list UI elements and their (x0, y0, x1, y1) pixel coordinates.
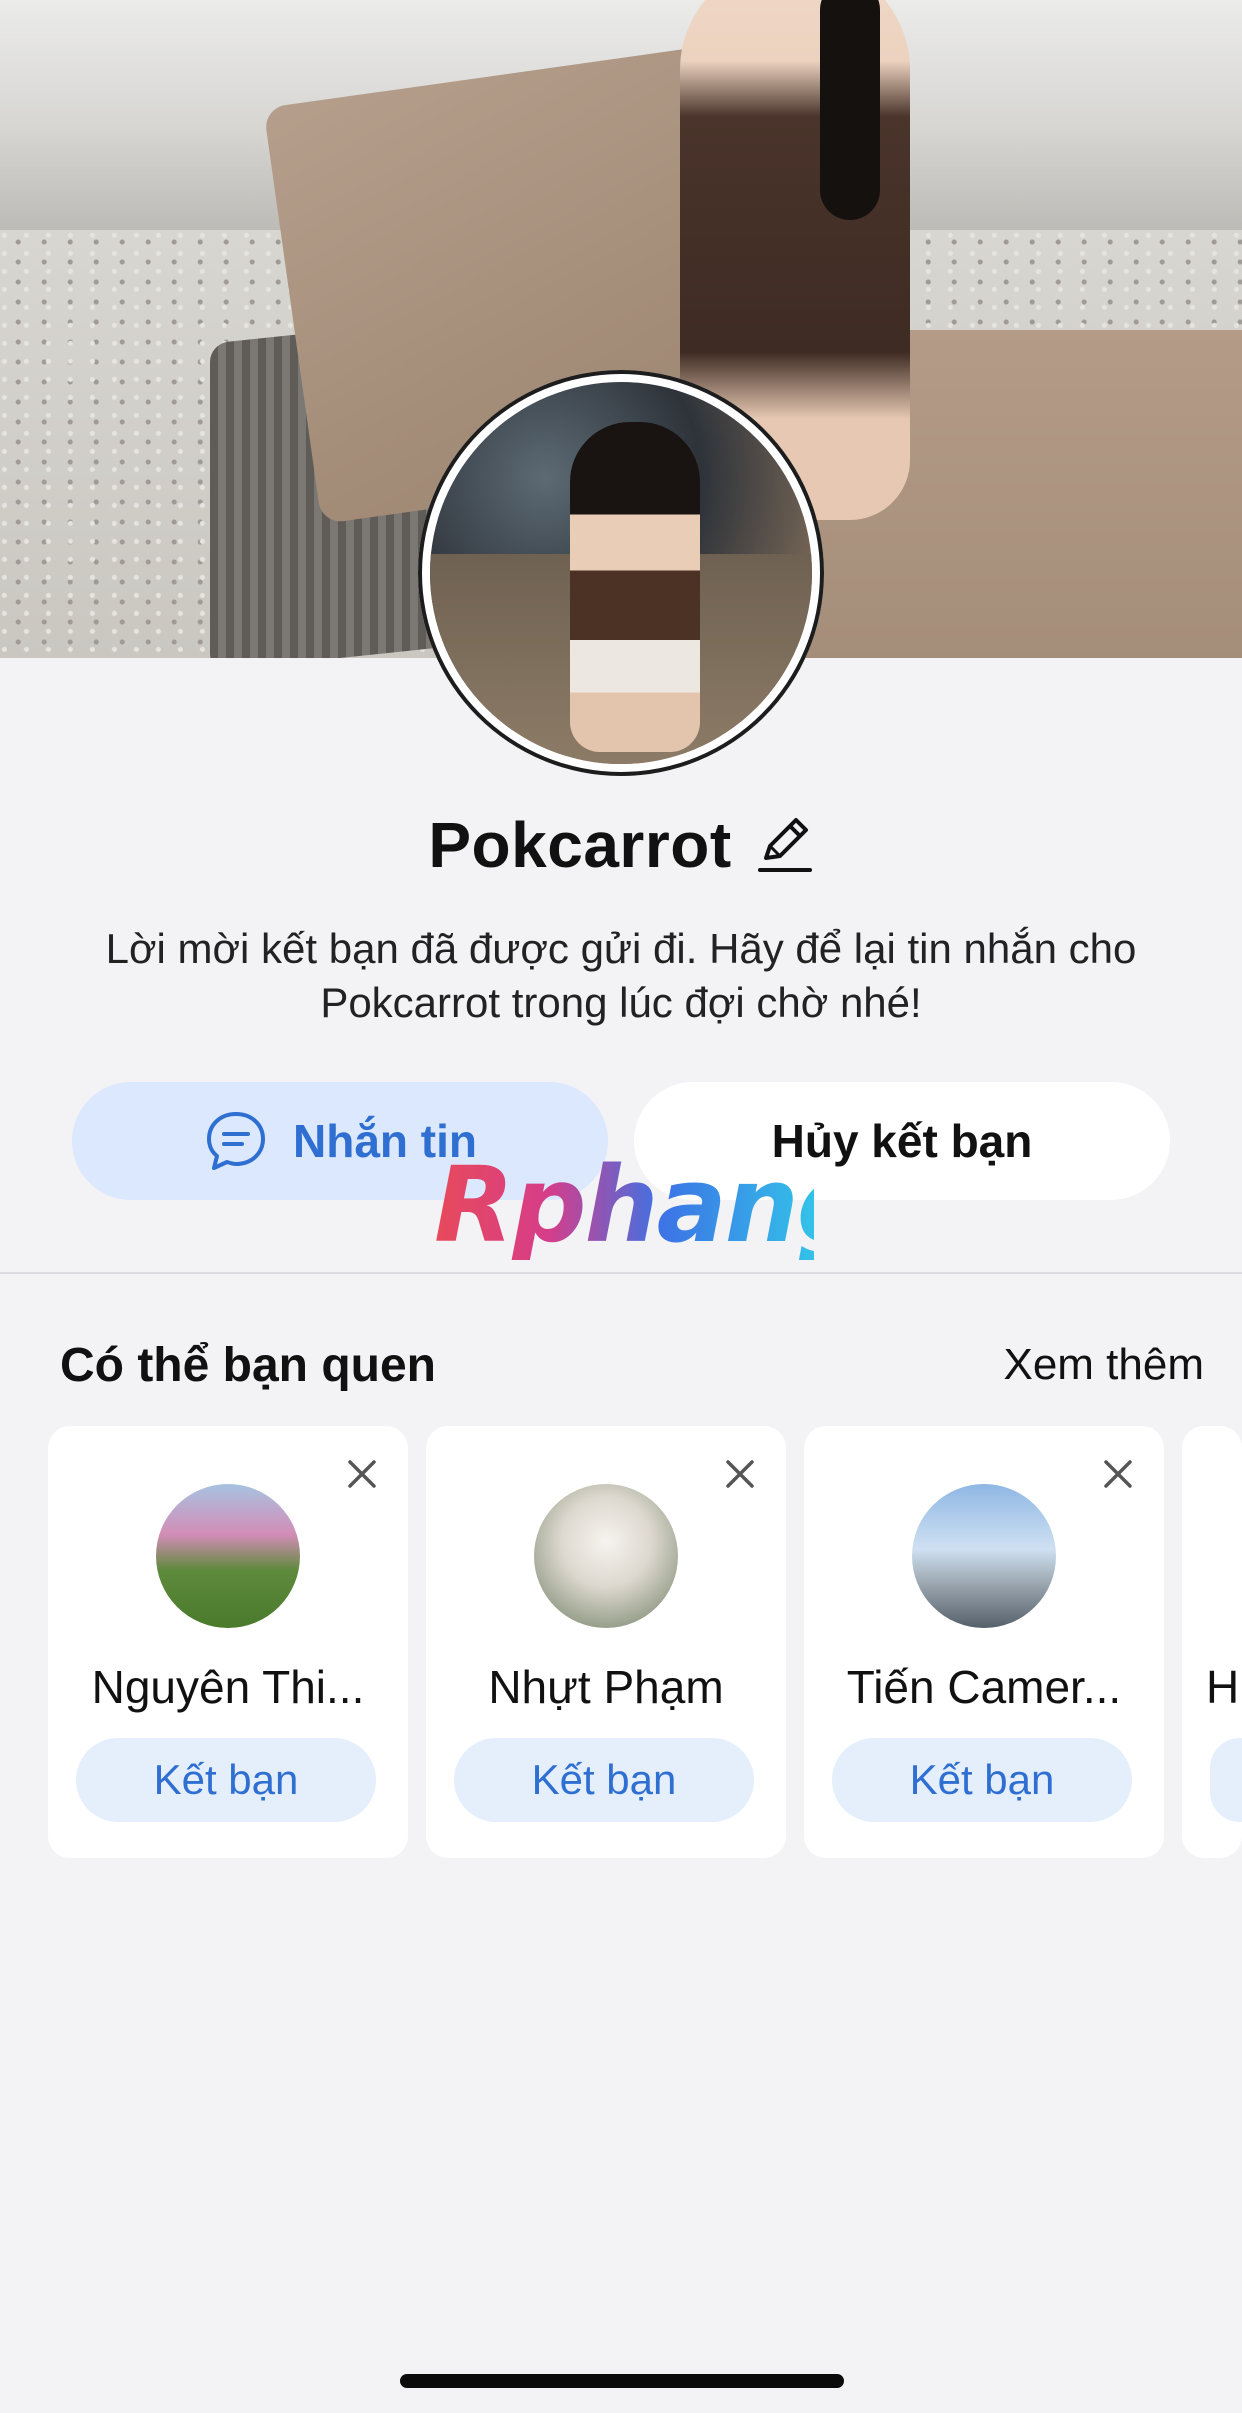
profile-name: Pokcarrot (428, 809, 732, 881)
add-friend-button[interactable]: Kết bạn (454, 1738, 754, 1822)
profile-avatar-image (430, 382, 812, 764)
suggestion-card[interactable]: Nhựt Phạm Kết bạn (426, 1426, 786, 1858)
suggestion-avatar[interactable] (534, 1484, 678, 1628)
suggestion-name[interactable]: Tiến Camer... (820, 1660, 1148, 1714)
suggestion-name[interactable]: Nguyên Thi... (64, 1660, 392, 1714)
see-more-link[interactable]: Xem thêm (1003, 1340, 1204, 1390)
suggestion-card[interactable]: Nguyên Thi... Kết bạn (48, 1426, 408, 1858)
watermark: Rphang (434, 1144, 871, 1266)
add-friend-button[interactable]: Kết bạn (832, 1738, 1132, 1822)
suggestion-avatar[interactable] (912, 1484, 1056, 1628)
close-icon[interactable] (342, 1454, 382, 1494)
add-friend-button[interactable] (1210, 1738, 1242, 1822)
suggestion-name[interactable]: H (1206, 1660, 1242, 1714)
close-icon[interactable] (1098, 1454, 1138, 1494)
home-indicator (400, 2374, 844, 2388)
suggestion-name[interactable]: Nhựt Phạm (442, 1660, 770, 1714)
suggestion-card-partial[interactable]: H (1182, 1426, 1242, 1858)
suggestions-title: Có thể bạn quen (60, 1339, 436, 1392)
suggestion-card[interactable]: Tiến Camer... Kết bạn (804, 1426, 1164, 1858)
pencil-icon[interactable] (756, 814, 814, 876)
suggestion-avatar[interactable] (156, 1484, 300, 1628)
cover-hair (820, 0, 880, 220)
add-friend-button[interactable]: Kết bạn (76, 1738, 376, 1822)
profile-name-row: Pokcarrot (0, 800, 1242, 890)
avatar-person (570, 422, 700, 752)
chat-bubble-icon (207, 1112, 265, 1170)
section-divider (0, 1272, 1242, 1274)
friend-request-notice: Lời mời kết bạn đã được gửi đi. Hãy để l… (105, 925, 1137, 1026)
close-icon[interactable] (720, 1454, 760, 1494)
profile-avatar[interactable] (418, 370, 824, 776)
